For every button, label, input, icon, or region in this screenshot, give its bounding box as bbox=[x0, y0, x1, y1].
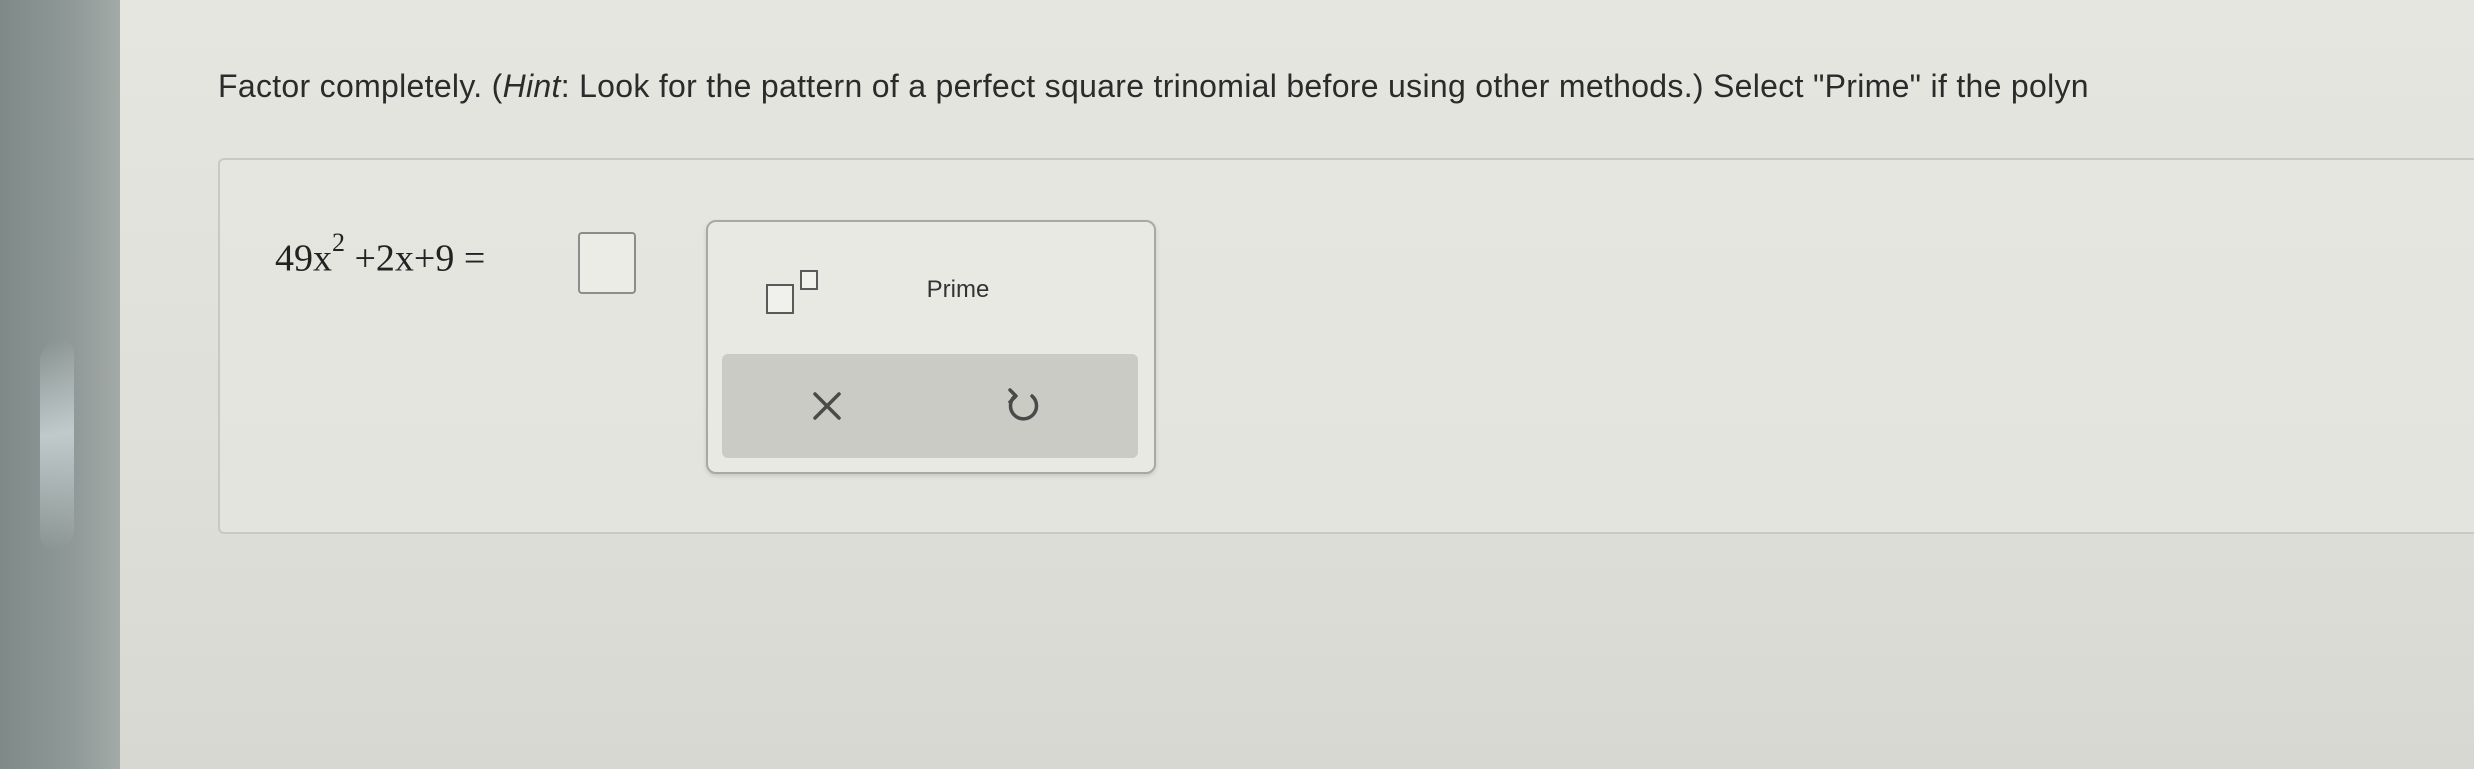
palette-action-bar bbox=[722, 354, 1138, 458]
answer-input[interactable] bbox=[578, 232, 636, 294]
equation: 49x2 +2x+9 = bbox=[275, 228, 486, 281]
clear-button[interactable] bbox=[792, 376, 862, 436]
question-lead: Factor completely. ( bbox=[218, 68, 503, 104]
question-hint-word: Hint bbox=[502, 68, 561, 104]
exponent-button[interactable] bbox=[758, 262, 832, 318]
math-palette: Prime bbox=[706, 220, 1156, 474]
equation-exponent: 2 bbox=[332, 228, 345, 257]
equation-coefficient: 49x bbox=[275, 237, 332, 280]
equation-remainder: +2x+9 = bbox=[345, 237, 486, 280]
exponent-base-box bbox=[766, 284, 794, 314]
undo-button[interactable] bbox=[988, 376, 1058, 436]
question-text: Factor completely. (Hint: Look for the p… bbox=[218, 68, 2474, 105]
prime-button[interactable]: Prime bbox=[878, 268, 1038, 312]
page-background: Factor completely. (Hint: Look for the p… bbox=[0, 0, 2474, 769]
answer-panel bbox=[218, 158, 2474, 534]
close-icon bbox=[813, 392, 841, 420]
undo-icon bbox=[1008, 388, 1039, 421]
screen-glare bbox=[40, 337, 74, 553]
screen-bezel bbox=[0, 0, 120, 769]
exponent-superscript-box bbox=[800, 270, 818, 290]
question-rest: : Look for the pattern of a perfect squa… bbox=[560, 68, 2089, 104]
